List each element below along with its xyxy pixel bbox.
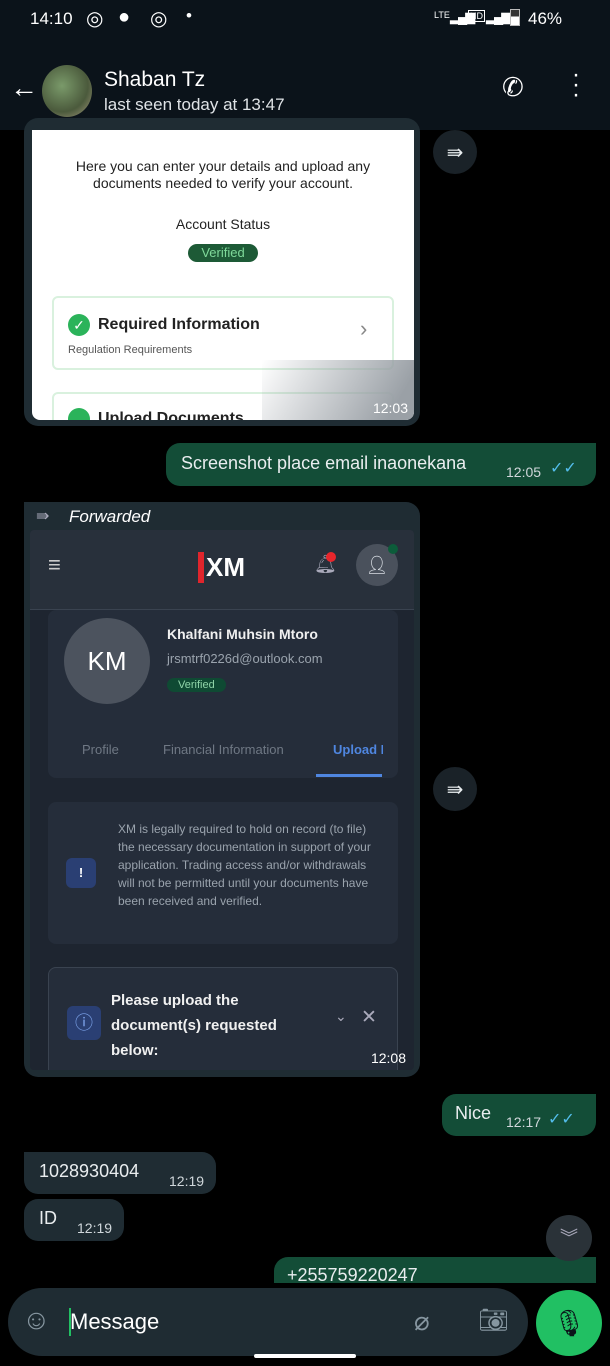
intro-text: Here you can enter your details and uplo… (75, 158, 371, 191)
alert-icon: ! (66, 858, 96, 888)
status-time: 14:10 (30, 9, 73, 28)
incoming-message[interactable]: ID 12:19 (24, 1199, 124, 1241)
back-arrow-icon[interactable]: ← (10, 72, 38, 104)
check-icon: ✓ (68, 314, 90, 336)
active-tab-indicator (316, 774, 382, 777)
xm-app-header: ≡ XM 🔔︎ 👤︎ (30, 530, 414, 610)
tab-upload-documents[interactable]: Upload D (333, 742, 383, 757)
xm-logo: XM (198, 552, 245, 583)
forward-button[interactable]: ⇛ (433, 767, 477, 811)
more-options-icon[interactable]: · · · (572, 63, 580, 107)
upload-box: ⓘ Please upload the document(s) requeste… (48, 967, 398, 1070)
forward-icon: ⇛ (446, 778, 464, 801)
voice-message-button[interactable]: 🎙︎ (536, 1290, 602, 1356)
profile-initials: KM (64, 618, 150, 704)
last-seen: last seen today at 13:47 (104, 95, 285, 114)
message-time: 12:05 (506, 464, 542, 480)
read-ticks-icon: ✓✓ (550, 460, 577, 477)
profile-card: KM Khalfani Muhsin Mtoro jrsmtrf0226d@ou… (48, 610, 398, 778)
outgoing-message[interactable]: +255759220247 (274, 1257, 596, 1285)
profile-email: jrsmtrf0226d@outlook.com (167, 651, 323, 666)
avatar[interactable] (42, 65, 92, 117)
battery-level: 46% (528, 9, 563, 28)
signal-icon: ▂▄▆ (486, 9, 511, 24)
card-title: Upload Documents (98, 410, 244, 420)
chevron-right-icon: › (360, 316, 368, 341)
message-time: 12:03 (372, 400, 408, 416)
tab-financial-information[interactable]: Financial Information (163, 742, 284, 757)
network-type: LTE (434, 10, 450, 20)
status-badge: Verified (188, 244, 258, 262)
message-notification-icon: ● (118, 6, 131, 28)
message-time: 12:08 (370, 1050, 406, 1066)
more-notifications-dot: • (186, 6, 192, 25)
forwarded-image-message[interactable]: ⇛ Forwarded ≡ XM 🔔︎ 👤︎ KM Khalfani Muhsi… (24, 502, 420, 1077)
shared-screenshot[interactable]: ≡ XM 🔔︎ 👤︎ KM Khalfani Muhsin Mtoro jrsm… (30, 530, 414, 1070)
account-status-label: Account Status (175, 216, 271, 232)
message-time: 12:17 (506, 1114, 542, 1130)
message-text: Screenshot place email inaonekana (181, 453, 467, 473)
tab-profile[interactable]: Profile (82, 742, 119, 757)
message-text: +255759220247 (287, 1265, 418, 1285)
outgoing-message[interactable]: Screenshot place email inaonekana 12:05 … (166, 443, 596, 486)
online-dot (388, 544, 398, 554)
camera-icon[interactable]: 📷︎ (478, 1306, 508, 1335)
forwarded-icon: ⇛ (36, 508, 50, 525)
battery-icon (510, 9, 520, 26)
card-subtitle: Regulation Requirements (68, 344, 193, 356)
check-icon (68, 408, 90, 420)
notification-dot (326, 552, 336, 562)
verified-badge: Verified (167, 678, 226, 692)
outgoing-message[interactable]: Nice 12:17 ✓✓ (442, 1094, 596, 1136)
info-icon: ⓘ (67, 1006, 101, 1040)
add-call-icon[interactable]: ✆ (502, 72, 524, 103)
chat-header: ← Shaban Tz last seen today at 13:47 ✆ ·… (0, 40, 610, 130)
message-time: 12:19 (169, 1173, 205, 1189)
required-information-card[interactable]: ✓ Required Information Regulation Requir… (52, 296, 394, 370)
double-chevron-down-icon: ︾ (560, 1228, 578, 1248)
shared-screenshot[interactable]: Here you can enter your details and uplo… (32, 130, 414, 420)
notice-box: ! XM is legally required to hold on reco… (48, 802, 398, 944)
chevron-down-icon[interactable]: ⌄ (335, 1008, 347, 1025)
card-title: Required Information (98, 316, 260, 333)
message-time: 12:19 (77, 1220, 113, 1236)
forwarded-label: Forwarded (69, 507, 151, 526)
status-bar: 14:10 ◎ ● ◎ • LTE ▂▄▆ HD ▂▄▆ 46% (0, 0, 610, 40)
attach-icon[interactable]: ⌀ (414, 1306, 430, 1337)
microphone-icon: 🎙︎ (552, 1308, 586, 1338)
contact-name[interactable]: Shaban Tz (104, 68, 205, 92)
menu-icon: ≡ (48, 552, 61, 577)
hd-icon: HD (468, 10, 485, 22)
profile-name: Khalfani Muhsin Mtoro (167, 626, 318, 642)
message-input[interactable] (70, 1304, 400, 1340)
message-text: 1028930404 (39, 1161, 140, 1181)
forward-icon: ⇛ (446, 141, 464, 164)
message-text: Nice (455, 1103, 492, 1123)
scroll-to-bottom-button[interactable]: ︾ (546, 1215, 592, 1261)
close-icon[interactable]: ✕ (361, 1006, 377, 1029)
upload-title: Please upload the document(s) requested … (111, 992, 277, 1059)
message-composer: ☺ ⌀ 📷︎ (8, 1288, 528, 1356)
image-message[interactable]: Here you can enter your details and uplo… (24, 118, 420, 426)
message-text: ID (39, 1208, 57, 1228)
home-indicator[interactable] (254, 1354, 356, 1358)
whatsapp-notification-icon: ◎ (86, 8, 104, 30)
forward-button[interactable]: ⇛ (433, 130, 477, 174)
emoji-icon[interactable]: ☺ (22, 1304, 51, 1336)
whatsapp-notification-icon: ◎ (150, 8, 168, 30)
read-ticks-icon: ✓✓ (548, 1111, 575, 1128)
notice-text: XM is legally required to hold on record… (118, 822, 371, 908)
incoming-message[interactable]: 1028930404 12:19 (24, 1152, 216, 1194)
